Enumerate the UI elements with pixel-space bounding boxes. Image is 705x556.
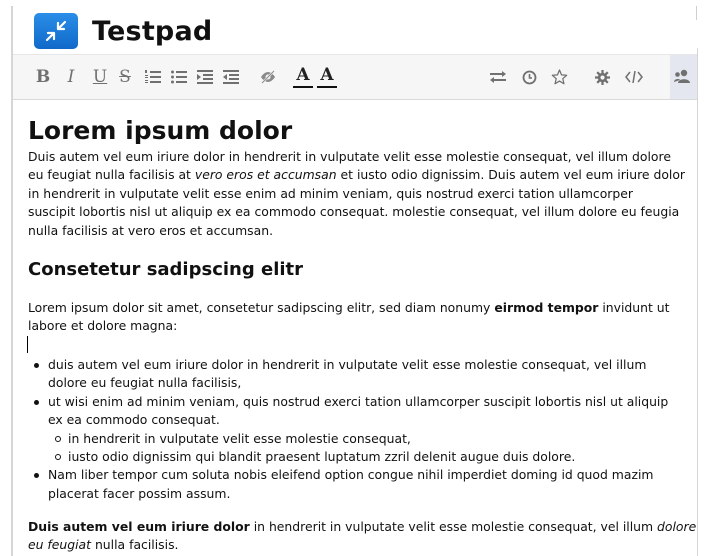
editor-toolbar: B I U S A A [13, 54, 697, 100]
paragraph-1-line-2: eu feugiat nulla facilisis at vero eros … [28, 167, 686, 183]
bold-button[interactable]: B [35, 64, 51, 90]
paragraph-3: Duis autem vel eum iriure dolor in hendr… [28, 518, 696, 555]
paragraph-1-line-3: in hendrerit in vulputate velit esse eni… [28, 185, 633, 201]
document-heading-1: Lorem ipsum dolor [28, 116, 293, 145]
page-edge-right [697, 48, 698, 556]
clear-formatting-icon[interactable] [258, 64, 278, 90]
font-color-bar [293, 85, 313, 88]
bullet-list: duis autem vel eum iriure dolor in hendr… [28, 356, 696, 503]
font-color-button[interactable]: A [291, 64, 315, 90]
page-edge-top-right [696, 6, 697, 20]
underline-button[interactable]: U [92, 64, 108, 90]
gear-icon[interactable] [593, 64, 611, 90]
font-color-letter: A [296, 64, 310, 85]
list-item-continuation: placerat facer possim assum. [48, 485, 231, 501]
history-clock-icon[interactable] [520, 64, 538, 90]
paragraph-1: Duis autem vel eum iriure dolor in hendr… [28, 148, 696, 240]
paragraph-2: Lorem ipsum dolor sit amet, consetetur s… [28, 299, 696, 336]
indent-icon[interactable] [196, 64, 214, 90]
paragraph-3-line-2: eu feugiat nulla facilisis. [28, 537, 179, 553]
app-header: Testpad [34, 12, 212, 50]
list-item-continuation: dolore eu feugiat nulla facilisis, [48, 375, 242, 391]
collapse-arrows-icon[interactable] [34, 13, 78, 49]
bulleted-list-icon[interactable] [170, 64, 188, 90]
sub-list-item: iusto odio dignissim qui blandit praesen… [28, 448, 696, 466]
star-icon[interactable] [549, 64, 569, 90]
highlight-color-letter: A [320, 64, 334, 85]
paragraph-1-line-1: Duis autem vel eum iriure dolor in hendr… [28, 149, 671, 164]
highlight-color-button[interactable]: A [315, 64, 339, 90]
sub-list-item: in hendrerit in vulputate velit esse mol… [28, 430, 696, 448]
document-heading-2: Consetetur sadipscing elitr [28, 259, 304, 280]
paragraph-2-line-1: Lorem ipsum dolor sit amet, consetetur s… [28, 300, 670, 315]
swap-icon[interactable] [488, 64, 508, 90]
highlight-color-bar [317, 85, 337, 88]
paragraph-3-line-1: Duis autem vel eum iriure dolor in hendr… [28, 519, 697, 534]
code-icon[interactable] [623, 64, 645, 90]
ordered-list-icon[interactable] [144, 64, 162, 90]
list-item: ut wisi enim ad minim veniam, quis nostr… [28, 393, 696, 411]
paragraph-1-line-4: suscipit lobortis nisl ut aliquip ex ea … [28, 204, 680, 220]
paragraph-2-line-2: labore et dolore magna: [28, 318, 178, 334]
italic-button[interactable]: I [64, 64, 78, 90]
app-title: Testpad [92, 15, 213, 47]
paragraph-1-line-5: nulla facilisis at vero eros et accumsan… [28, 222, 274, 238]
list-item: Nam liber tempor cum soluta nobis eleife… [28, 466, 696, 484]
outdent-icon[interactable] [222, 64, 240, 90]
text-cursor [27, 336, 28, 353]
list-item: duis autem vel eum iriure dolor in hendr… [28, 356, 696, 374]
users-icon[interactable] [670, 55, 697, 99]
list-item-continuation: ex ea commodo consequat. [48, 412, 220, 428]
strikethrough-button[interactable]: S [117, 64, 133, 90]
